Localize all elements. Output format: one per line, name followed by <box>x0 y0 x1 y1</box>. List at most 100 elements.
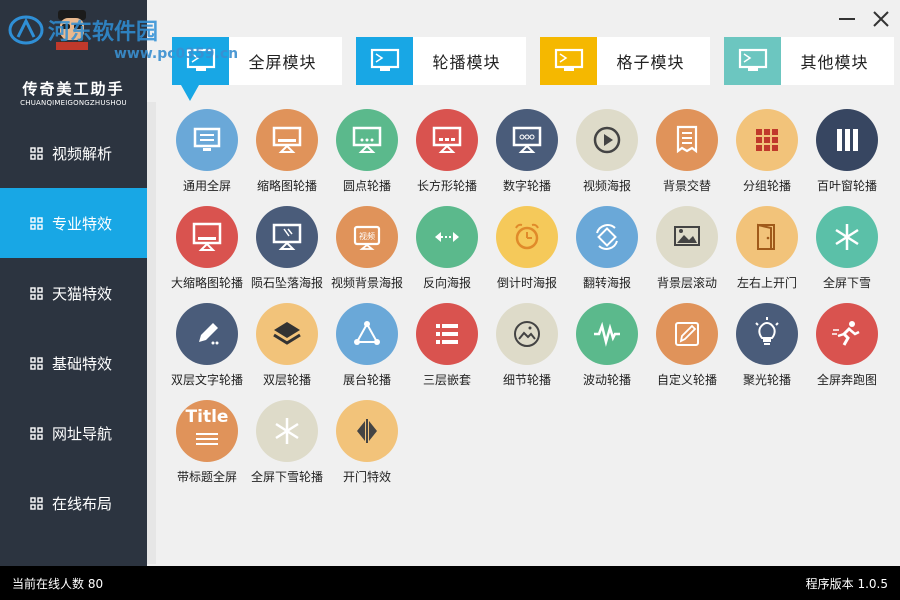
effect-item[interactable]: 通用全屏 <box>167 108 247 200</box>
sidebar-nav: 视频解析 专业特效 天猫特效 基础特效 网址导航 在线布局 <box>0 118 155 538</box>
pencil-icon <box>176 303 238 365</box>
door-icon <box>736 206 798 268</box>
tab-carousel-module[interactable]: 轮播模块 <box>356 37 526 85</box>
effect-item[interactable]: 展台轮播 <box>327 302 407 394</box>
document-icon <box>656 109 718 171</box>
grid-squares-icon <box>30 426 43 440</box>
runner-icon <box>816 303 878 365</box>
nav-label: 天猫特效 <box>52 284 113 303</box>
grid-squares-icon <box>30 496 43 510</box>
effect-label: 开门特效 <box>342 470 391 484</box>
panel-divider <box>147 102 156 564</box>
effect-item[interactable]: 大缩略图轮播 <box>167 205 247 297</box>
nav-item-pro-effects[interactable]: 专业特效 <box>0 188 155 258</box>
rotate-icon <box>576 206 638 268</box>
effect-item[interactable]: 左右上开门 <box>727 205 807 297</box>
effect-item[interactable]: 全屏下雪轮播 <box>247 399 327 491</box>
effect-item[interactable]: 全屏奔跑图 <box>807 302 887 394</box>
nav-label: 在线布局 <box>52 494 113 513</box>
effect-item[interactable]: 反向海报 <box>407 205 487 297</box>
effect-item[interactable]: Title 带标题全屏 <box>167 399 247 491</box>
monitor-thumbnail-icon <box>256 109 318 171</box>
effect-item[interactable]: 全屏下雪 <box>807 205 887 297</box>
title-text: Title <box>185 407 229 427</box>
monitor-rect-icon <box>416 109 478 171</box>
edit-icon <box>656 303 718 365</box>
monitor-icon <box>172 37 229 85</box>
wave-icon <box>576 303 638 365</box>
effect-item[interactable]: 背景交替 <box>647 108 727 200</box>
grid-squares-icon <box>30 216 43 230</box>
module-tabs: 全屏模块 轮播模块 格子模块 其他模块 <box>172 37 894 101</box>
video-icon: 视频 <box>336 206 398 268</box>
nav-item-basic-effects[interactable]: 基础特效 <box>0 328 147 398</box>
effect-item[interactable]: 倒计时海报 <box>487 205 567 297</box>
tab-label: 格子模块 <box>616 53 685 72</box>
nav-label: 基础特效 <box>52 354 113 373</box>
effect-item[interactable]: 双层轮播 <box>247 302 327 394</box>
open-door-icon <box>336 400 398 462</box>
grid-squares-icon <box>30 286 43 300</box>
effect-item[interactable]: 长方形轮播 <box>407 108 487 200</box>
effect-item[interactable]: 视频海报 <box>567 108 647 200</box>
arrows-icon <box>416 206 478 268</box>
effect-item[interactable]: 数字轮播 <box>487 108 567 200</box>
app-subtitle: CHUANQIMEIGONGZHUSHOU <box>20 99 127 107</box>
layers-icon <box>256 303 318 365</box>
effect-item[interactable]: 圆点轮播 <box>327 108 407 200</box>
effect-item[interactable]: 聚光轮播 <box>727 302 807 394</box>
effect-item[interactable]: 视频 视频背景海报 <box>327 205 407 297</box>
monitor-dots-icon <box>336 109 398 171</box>
alarm-clock-icon <box>496 206 558 268</box>
tab-label: 其他模块 <box>800 53 869 72</box>
monitor-icon <box>176 109 238 171</box>
nav-item-tmall-effects[interactable]: 天猫特效 <box>0 258 147 328</box>
effect-label: 全屏下雪 <box>822 276 871 290</box>
version-label: 程序版本 1.0.5 <box>805 576 888 591</box>
effect-item[interactable]: 背景层滚动 <box>647 205 727 297</box>
effect-item[interactable]: 缩略图轮播 <box>247 108 327 200</box>
nav-item-video-parse[interactable]: 视频解析 <box>0 118 147 188</box>
share-icon <box>336 303 398 365</box>
effect-item[interactable]: 分组轮播 <box>727 108 807 200</box>
effects-panel: 通用全屏 缩略图轮播 圆点轮播 长方形轮播 数字轮播 视频海报 背景交替 分组轮播 百叶窗轮播大… <box>156 102 900 564</box>
nav-label: 视频解析 <box>52 144 113 163</box>
grid-squares-icon <box>30 146 43 160</box>
effect-item[interactable]: 百叶窗轮播 <box>807 108 887 200</box>
grid-squares-icon <box>30 356 43 370</box>
effect-label: 百叶窗轮播 <box>816 179 877 193</box>
sidebar: 传奇美工助手 CHUANQIMEIGONGZHUSHOU 视频解析 专业特效 天… <box>0 0 155 566</box>
close-icon[interactable] <box>870 8 892 30</box>
blinds-icon <box>816 109 878 171</box>
effect-item[interactable]: 自定义轮播 <box>647 302 727 394</box>
play-icon <box>576 109 638 171</box>
monitor-icon <box>724 37 781 85</box>
app-logo: 传奇美工助手 CHUANQIMEIGONGZHUSHOU <box>0 0 147 118</box>
nav-item-online-layout[interactable]: 在线布局 <box>0 468 147 538</box>
effect-item[interactable]: 三层嵌套 <box>407 302 487 394</box>
effect-item[interactable]: 双层文字轮播 <box>167 302 247 394</box>
effect-item[interactable]: 波动轮播 <box>567 302 647 394</box>
effect-item[interactable]: 开门特效 <box>327 399 407 491</box>
nav-label: 专业特效 <box>52 214 113 233</box>
picture-icon <box>656 206 718 268</box>
effect-item[interactable]: 翻转海报 <box>567 205 647 297</box>
image-icon <box>496 303 558 365</box>
tab-other-module[interactable]: 其他模块 <box>724 37 894 85</box>
monitor-number-icon <box>496 109 558 171</box>
snowflake-icon <box>256 400 318 462</box>
top-bar: 全屏模块 轮播模块 格子模块 其他模块 <box>147 0 900 102</box>
monitor-icon <box>356 37 413 85</box>
tab-label: 全屏模块 <box>248 53 317 72</box>
avatar-icon <box>56 10 88 50</box>
nav-item-url-nav[interactable]: 网址导航 <box>0 398 147 468</box>
effect-item[interactable]: 细节轮播 <box>487 302 567 394</box>
tab-grid-module[interactable]: 格子模块 <box>540 37 710 85</box>
meteor-icon <box>256 206 318 268</box>
effect-label: 全屏奔跑图 <box>816 373 877 387</box>
tab-fullscreen-module[interactable]: 全屏模块 <box>172 37 342 101</box>
effect-item[interactable]: 陨石坠落海报 <box>247 205 327 297</box>
minimize-icon[interactable] <box>836 8 858 30</box>
bulb-icon <box>736 303 798 365</box>
grid-icon <box>736 109 798 171</box>
